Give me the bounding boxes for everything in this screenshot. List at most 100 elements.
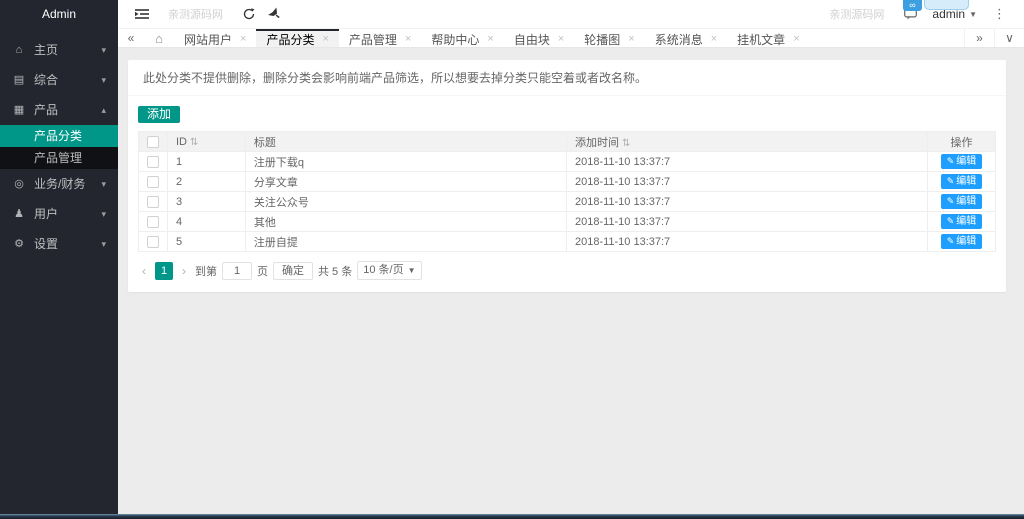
tabs-scroll-left-icon[interactable]: « [118,29,144,47]
product-icon: ▦ [12,95,26,125]
sidebar-item-home[interactable]: ⌂ 主页 ▾ [0,35,118,65]
tab-close-icon[interactable]: × [558,33,564,45]
edit-button[interactable]: ✎编辑 [941,234,983,249]
row-checkbox[interactable] [147,176,159,188]
sidebar-item-users[interactable]: ♟ 用户 ▾ [0,199,118,229]
tab-product-category[interactable]: 产品分类 × [256,29,338,47]
tab-close-icon[interactable]: × [711,33,717,45]
edit-button-label: 编辑 [956,176,976,187]
select-all-checkbox[interactable] [147,136,159,148]
sidebar-item-business-finance[interactable]: ◎ 业务/财务 ▾ [0,169,118,199]
column-header-id: ID [176,136,187,148]
edit-button[interactable]: ✎编辑 [941,214,983,229]
tab-idle-article[interactable]: 挂机文章× [727,29,809,47]
sidebar-item-product[interactable]: ▦ 产品 ▴ [0,95,118,125]
product-submenu: 产品分类 产品管理 [0,125,118,169]
cell-title: 其他 [245,212,566,232]
cell-time: 2018-11-10 13:37:7 [566,192,927,212]
goto-page-input[interactable] [222,262,252,280]
edit-button-label: 编辑 [956,216,976,227]
tab-product-manage[interactable]: 产品管理 × [339,29,421,47]
chevron-down-icon: ▾ [101,229,106,259]
chevron-down-icon: ▾ [101,199,106,229]
per-page-select[interactable]: 10 条/页 ▼ [357,261,421,280]
taskbar-edge [0,514,1024,519]
row-checkbox[interactable] [147,156,159,168]
chevron-down-icon: ▼ [969,10,977,19]
total-count: 共 5 条 [318,263,352,279]
row-checkbox[interactable] [147,236,159,248]
cell-title: 注册自提 [245,232,566,252]
tab-site-users[interactable]: 网站用户× [174,29,256,47]
extension-pill[interactable] [924,0,969,10]
tabs-menu-icon[interactable]: ∨ [994,29,1024,47]
home-icon: ⌂ [12,35,26,65]
cell-time: 2018-11-10 13:37:7 [566,172,927,192]
edit-button-label: 编辑 [956,236,976,247]
extension-badge-icon[interactable]: ∞ [903,0,922,11]
cell-title: 关注公众号 [245,192,566,212]
business-icon: ◎ [12,169,26,199]
tab-system-message[interactable]: 系统消息 × [645,29,727,47]
sidebar-item-general[interactable]: ▤ 综合 ▾ [0,65,118,95]
home-tab-icon[interactable]: ⌂ [144,29,174,47]
cell-id: 3 [168,192,246,212]
edit-button[interactable]: ✎编辑 [941,174,983,189]
tab-label: 自由块 [514,31,550,48]
tabs-scroll-right-icon[interactable]: » [964,29,994,47]
tab-close-icon[interactable]: × [405,33,411,45]
add-button[interactable]: 添加 [138,106,180,123]
browser-extension-overlay: ∞ [903,0,969,11]
sidebar-nav: ⌂ 主页 ▾ ▤ 综合 ▾ ▦ 产品 ▴ 产品分类 产品管理 ◎ 业务/财务 ▾… [0,29,118,259]
table-row: 5 注册自提 2018-11-10 13:37:7 ✎编辑 [139,232,996,252]
sort-icon[interactable]: ⇅ [622,138,630,149]
table-row: 4 其他 2018-11-10 13:37:7 ✎编辑 [139,212,996,232]
sidebar-item-product-category[interactable]: 产品分类 [0,125,118,147]
tab-close-icon[interactable]: × [322,33,328,45]
prev-page-icon[interactable]: ‹ [138,264,150,278]
table-row: 3 关注公众号 2018-11-10 13:37:7 ✎编辑 [139,192,996,212]
collapse-sidebar-icon[interactable] [130,2,154,26]
edit-button-label: 编辑 [956,196,976,207]
sidebar-item-settings[interactable]: ⚙ 设置 ▾ [0,229,118,259]
tab-bar: « ⌂ 网站用户× 产品分类 × 产品管理 × 帮助中心 × 自由块 × 轮播图× 系统… [118,29,1024,48]
tab-close-icon[interactable]: × [487,33,493,45]
tab-close-icon[interactable]: × [240,33,246,45]
cell-time: 2018-11-10 13:37:7 [566,212,927,232]
tab-close-icon[interactable]: × [793,33,799,45]
watermark-text: 亲测源码网 [168,6,223,22]
sidebar-item-label: 用户 [34,199,101,229]
tab-carousel[interactable]: 轮播图× [574,29,644,47]
sidebar-item-label: 综合 [34,65,101,95]
tab-label: 产品分类 [266,31,314,48]
tab-close-icon[interactable]: × [628,33,634,45]
top-header: 亲测源码网 亲测源码网 admin ▼ ⋮ [118,0,1024,29]
tab-help-center[interactable]: 帮助中心 × [421,29,503,47]
chevron-down-icon: ▾ [101,65,106,95]
edit-button[interactable]: ✎编辑 [941,194,983,209]
row-checkbox[interactable] [147,216,159,228]
cell-time: 2018-11-10 13:37:7 [566,232,927,252]
sort-icon[interactable]: ⇅ [190,137,198,148]
clear-cache-icon[interactable] [261,2,285,26]
tab-free-block[interactable]: 自由块 × [504,29,574,47]
refresh-icon[interactable] [237,2,261,26]
cell-title: 注册下载q [245,152,566,172]
cell-id: 2 [168,172,246,192]
current-page[interactable]: 1 [155,262,173,280]
per-page-value: 10 条/页 [363,262,403,279]
next-page-icon[interactable]: › [178,264,190,278]
more-menu-icon[interactable]: ⋮ [987,6,1012,22]
goto-label: 到第 [195,263,217,279]
sidebar-item-product-manage[interactable]: 产品管理 [0,147,118,169]
confirm-button[interactable]: 确定 [273,262,313,280]
category-card: 此处分类不提供删除，删除分类会影响前端产品筛选，所以想要去掉分类只能空着或者改名… [128,60,1006,292]
cell-id: 1 [168,152,246,172]
cell-id: 5 [168,232,246,252]
tab-label: 系统消息 [655,31,703,48]
sidebar-item-label: 业务/财务 [34,169,101,199]
row-checkbox[interactable] [147,196,159,208]
edit-button[interactable]: ✎编辑 [941,154,983,169]
tab-label: 帮助中心 [431,31,479,48]
tab-label: 产品管理 [349,31,397,48]
